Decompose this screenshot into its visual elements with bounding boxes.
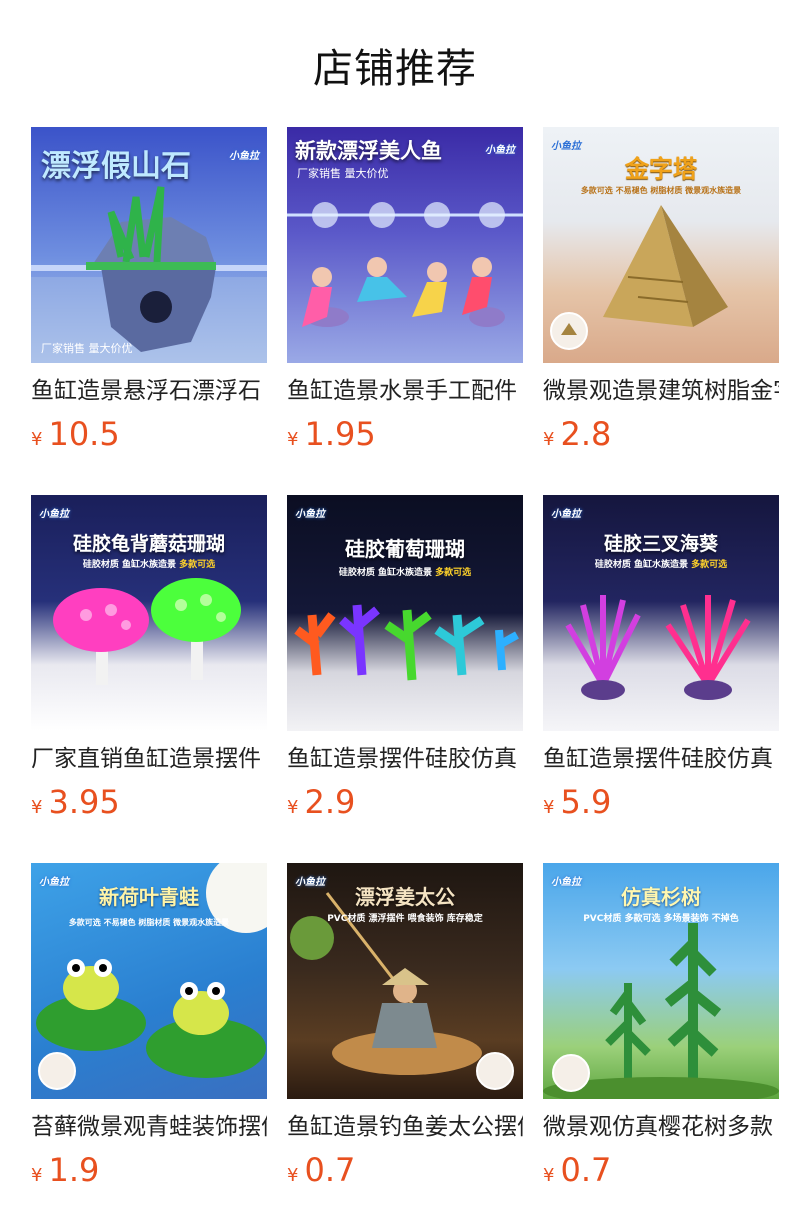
thumbnail-title: 硅胶三叉海葵 <box>603 533 718 555</box>
product-name[interactable]: 微景观造景建筑树脂金字塔 <box>543 375 779 407</box>
price-value: 0.7 <box>304 1151 356 1189</box>
brand-logo: 小鱼拉 <box>229 151 259 162</box>
brand-logo: 小鱼拉 <box>551 141 581 152</box>
brand-logo: 小鱼拉 <box>39 509 69 520</box>
product-thumbnail[interactable]: 硅胶葡萄珊瑚 硅胶材质 鱼缸水族造景 多款可选 小鱼拉 <box>287 495 523 731</box>
section-title: 店铺推荐 <box>313 45 477 92</box>
product-price: ¥ 0.7 <box>287 1151 523 1189</box>
thumbnail-subtitle: 厂家销售 量大价优 <box>297 167 389 180</box>
product-name[interactable]: 鱼缸造景钓鱼姜太公摆件 <box>287 1111 523 1143</box>
price-value: 3.95 <box>48 783 120 821</box>
price-value: 5.9 <box>560 783 612 821</box>
thumbnail-subtitle-text: 硅胶材质 鱼缸水族造景 <box>338 568 432 578</box>
grape-coral-illustration <box>294 604 519 681</box>
product-price: ¥ 2.9 <box>287 783 523 821</box>
currency-symbol: ¥ <box>31 797 43 818</box>
brand-logo: 小鱼拉 <box>485 145 515 156</box>
currency-symbol: ¥ <box>287 429 299 450</box>
brand-logo: 小鱼拉 <box>295 509 325 520</box>
thumbnail-subtitle-highlight: 多款可选 <box>691 560 728 570</box>
product-thumbnail[interactable]: 硅胶龟背蘑菇珊瑚 硅胶材质 鱼缸水族造景 多款可选 小鱼拉 <box>31 495 267 731</box>
product-card[interactable]: 仿真杉树 PVC材质 多款可选 多场景装饰 不掉色 小鱼拉 微景观仿真樱花树多款… <box>543 863 779 1231</box>
thumbnail-title: 硅胶龟背蘑菇珊瑚 <box>72 533 225 555</box>
thumbnail-subtitle-text: 硅胶材质 鱼缸水族造景 <box>594 560 688 570</box>
product-thumbnail[interactable]: 漂浮假山石 小鱼拉 厂家销售 量大价优 <box>31 127 267 363</box>
product-thumbnail[interactable]: 新荷叶青蛙 多款可选 不易褪色 树脂材质 微景观水族造景 小鱼拉 <box>31 863 267 1099</box>
brand-logo: 小鱼拉 <box>551 509 581 520</box>
product-card[interactable]: 新荷叶青蛙 多款可选 不易褪色 树脂材质 微景观水族造景 小鱼拉 苔藓微景观青蛙… <box>31 863 267 1231</box>
thumbnail-subtitle: 硅胶材质 鱼缸水族造景 多款可选 <box>31 557 267 570</box>
thumbnail-badge: 厂家销售 量大价优 <box>41 342 133 355</box>
product-card[interactable]: 新款漂浮美人鱼 厂家销售 量大价优 小鱼拉 鱼缸造景水景手工配件 ¥ 1.95 <box>287 127 523 495</box>
product-name[interactable]: 苔藓微景观青蛙装饰摆件 <box>31 1111 267 1143</box>
brand-logo: 小鱼拉 <box>39 877 69 888</box>
product-price: ¥ 1.95 <box>287 415 523 453</box>
price-value: 0.7 <box>560 1151 612 1189</box>
product-card[interactable]: 金字塔 多款可选 不易褪色 树脂材质 微景观水族造景 小鱼拉 微景观造景建筑树脂… <box>543 127 779 495</box>
thumbnail-subtitle-highlight: 多款可选 <box>179 560 216 570</box>
product-grid: 漂浮假山石 小鱼拉 厂家销售 量大价优 鱼缸造景悬浮石漂浮石 ¥ 10.5 新款… <box>31 127 779 1231</box>
product-price: ¥ 5.9 <box>543 783 779 821</box>
currency-symbol: ¥ <box>287 1165 299 1186</box>
brand-logo: 小鱼拉 <box>551 877 581 888</box>
thumbnail-subtitle: 多款可选 不易褪色 树脂材质 微景观水族造景 <box>68 918 230 927</box>
thumbnail-title: 金字塔 <box>625 155 697 183</box>
price-value: 2.9 <box>304 783 356 821</box>
thumbnail-title: 硅胶葡萄珊瑚 <box>345 537 465 561</box>
thumbnail-subtitle: 硅胶材质 鱼缸水族造景 多款可选 <box>543 557 779 570</box>
currency-symbol: ¥ <box>543 797 555 818</box>
thumbnail-subtitle-highlight: 多款可选 <box>435 568 472 578</box>
product-thumbnail[interactable]: 仿真杉树 PVC材质 多款可选 多场景装饰 不掉色 小鱼拉 <box>543 863 779 1099</box>
product-thumbnail[interactable]: 漂浮姜太公 PVC材质 漂浮摆件 喂食装饰 库存稳定 小鱼拉 <box>287 863 523 1099</box>
product-price: ¥ 1.9 <box>31 1151 267 1189</box>
currency-symbol: ¥ <box>543 429 555 450</box>
thumbnail-subtitle: PVC材质 漂浮摆件 喂食装饰 库存稳定 <box>327 914 483 924</box>
price-value: 10.5 <box>48 415 120 453</box>
product-name[interactable]: 微景观仿真樱花树多款 <box>543 1111 779 1143</box>
currency-symbol: ¥ <box>287 797 299 818</box>
product-name[interactable]: 鱼缸造景摆件硅胶仿真 <box>287 743 523 775</box>
currency-symbol: ¥ <box>543 1165 555 1186</box>
product-price: ¥ 0.7 <box>543 1151 779 1189</box>
thumbnail-subtitle: 多款可选 不易褪色 树脂材质 微景观水族造景 <box>580 186 742 195</box>
product-card[interactable]: 硅胶葡萄珊瑚 硅胶材质 鱼缸水族造景 多款可选 小鱼拉 鱼缸造景摆件硅胶仿真 ¥… <box>287 495 523 863</box>
price-value: 1.95 <box>304 415 376 453</box>
price-value: 2.8 <box>560 415 612 453</box>
product-price: ¥ 10.5 <box>31 415 267 453</box>
product-card[interactable]: 漂浮姜太公 PVC材质 漂浮摆件 喂食装饰 库存稳定 小鱼拉 鱼缸造景钓鱼姜太公… <box>287 863 523 1231</box>
product-thumbnail[interactable]: 金字塔 多款可选 不易褪色 树脂材质 微景观水族造景 小鱼拉 <box>543 127 779 363</box>
product-price: ¥ 2.8 <box>543 415 779 453</box>
thumbnail-subtitle-text: 硅胶材质 鱼缸水族造景 <box>82 560 176 570</box>
thumbnail-subtitle: 硅胶材质 鱼缸水族造景 多款可选 <box>287 565 523 578</box>
price-value: 1.9 <box>48 1151 100 1189</box>
thumbnail-subtitle: PVC材质 多款可选 多场景装饰 不掉色 <box>583 914 739 924</box>
brand-logo: 小鱼拉 <box>295 877 325 888</box>
product-name[interactable]: 鱼缸造景摆件硅胶仿真 <box>543 743 779 775</box>
product-name[interactable]: 鱼缸造景水景手工配件 <box>287 375 523 407</box>
product-card[interactable]: 硅胶三叉海葵 硅胶材质 鱼缸水族造景 多款可选 小鱼拉 鱼缸造景摆件硅胶仿真 ¥… <box>543 495 779 863</box>
product-thumbnail[interactable]: 新款漂浮美人鱼 厂家销售 量大价优 小鱼拉 <box>287 127 523 363</box>
product-name[interactable]: 厂家直销鱼缸造景摆件 <box>31 743 267 775</box>
product-name[interactable]: 鱼缸造景悬浮石漂浮石 <box>31 375 267 407</box>
product-card[interactable]: 漂浮假山石 小鱼拉 厂家销售 量大价优 鱼缸造景悬浮石漂浮石 ¥ 10.5 <box>31 127 267 495</box>
currency-symbol: ¥ <box>31 1165 43 1186</box>
product-card[interactable]: 硅胶龟背蘑菇珊瑚 硅胶材质 鱼缸水族造景 多款可选 小鱼拉 厂家直销鱼缸造景摆件… <box>31 495 267 863</box>
product-price: ¥ 3.95 <box>31 783 267 821</box>
currency-symbol: ¥ <box>31 429 43 450</box>
product-thumbnail[interactable]: 硅胶三叉海葵 硅胶材质 鱼缸水族造景 多款可选 小鱼拉 <box>543 495 779 731</box>
